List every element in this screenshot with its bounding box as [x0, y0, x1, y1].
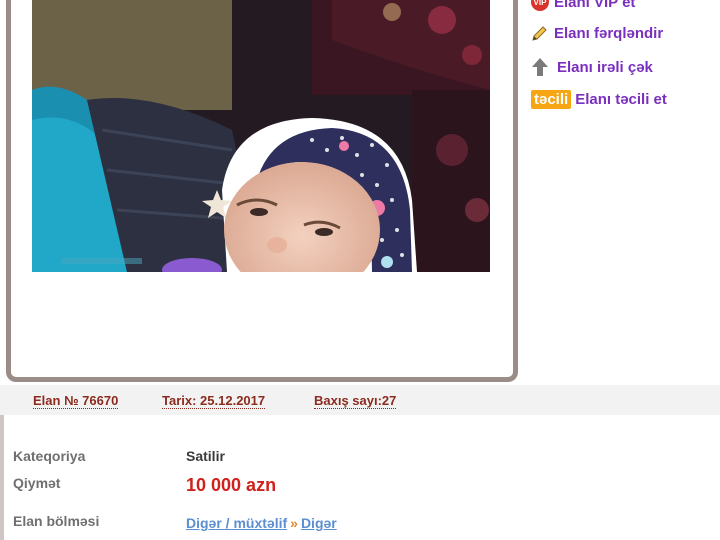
- make-vip-link[interactable]: VIP Elanı VIP et: [531, 0, 635, 11]
- ad-meta-bar: Elan № 76670 Tarix: 25.12.2017 Baxış say…: [0, 385, 720, 415]
- vip-badge-icon: VIP: [531, 0, 549, 11]
- ad-details: Kateqoriya Satilir Qiymət 10 000 azn Ela…: [0, 415, 720, 540]
- ad-number: Elan № 76670: [33, 393, 119, 409]
- urgent-badge: təcili: [531, 90, 572, 109]
- section-label: Elan bölməsi: [13, 513, 100, 529]
- price-label: Qiymət: [13, 475, 61, 491]
- make-vip-label: Elanı VIP et: [554, 0, 636, 11]
- category-label: Kateqoriya: [13, 448, 86, 464]
- category-value: Satilir: [186, 448, 225, 464]
- highlight-ad-label: Elanı fərqləndir: [554, 24, 664, 42]
- make-urgent-link[interactable]: təcili Elanı təcili et: [531, 90, 667, 109]
- section-breadcrumb: Digər / müxtəlif» Digər: [186, 515, 337, 531]
- arrow-up-icon: [532, 58, 548, 76]
- bump-ad-label: Elanı irəli çək: [557, 58, 653, 76]
- breadcrumb-separator: »: [290, 515, 298, 531]
- listing-photo[interactable]: [32, 0, 490, 272]
- price-value: 10 000 azn: [186, 475, 277, 495]
- section-link-misc[interactable]: Digər / müxtəlif: [186, 515, 287, 531]
- section-link-other[interactable]: Digər: [301, 515, 337, 531]
- bump-ad-link[interactable]: Elanı irəli çək: [531, 57, 653, 77]
- pencil-icon: [532, 26, 547, 41]
- baby-photo-image: [32, 0, 490, 272]
- highlight-ad-link[interactable]: Elanı fərqləndir: [531, 24, 663, 42]
- view-count: Baxış sayı:27: [314, 393, 397, 409]
- make-urgent-label: Elanı təcili et: [575, 91, 667, 108]
- ad-date: Tarix: 25.12.2017: [162, 393, 266, 409]
